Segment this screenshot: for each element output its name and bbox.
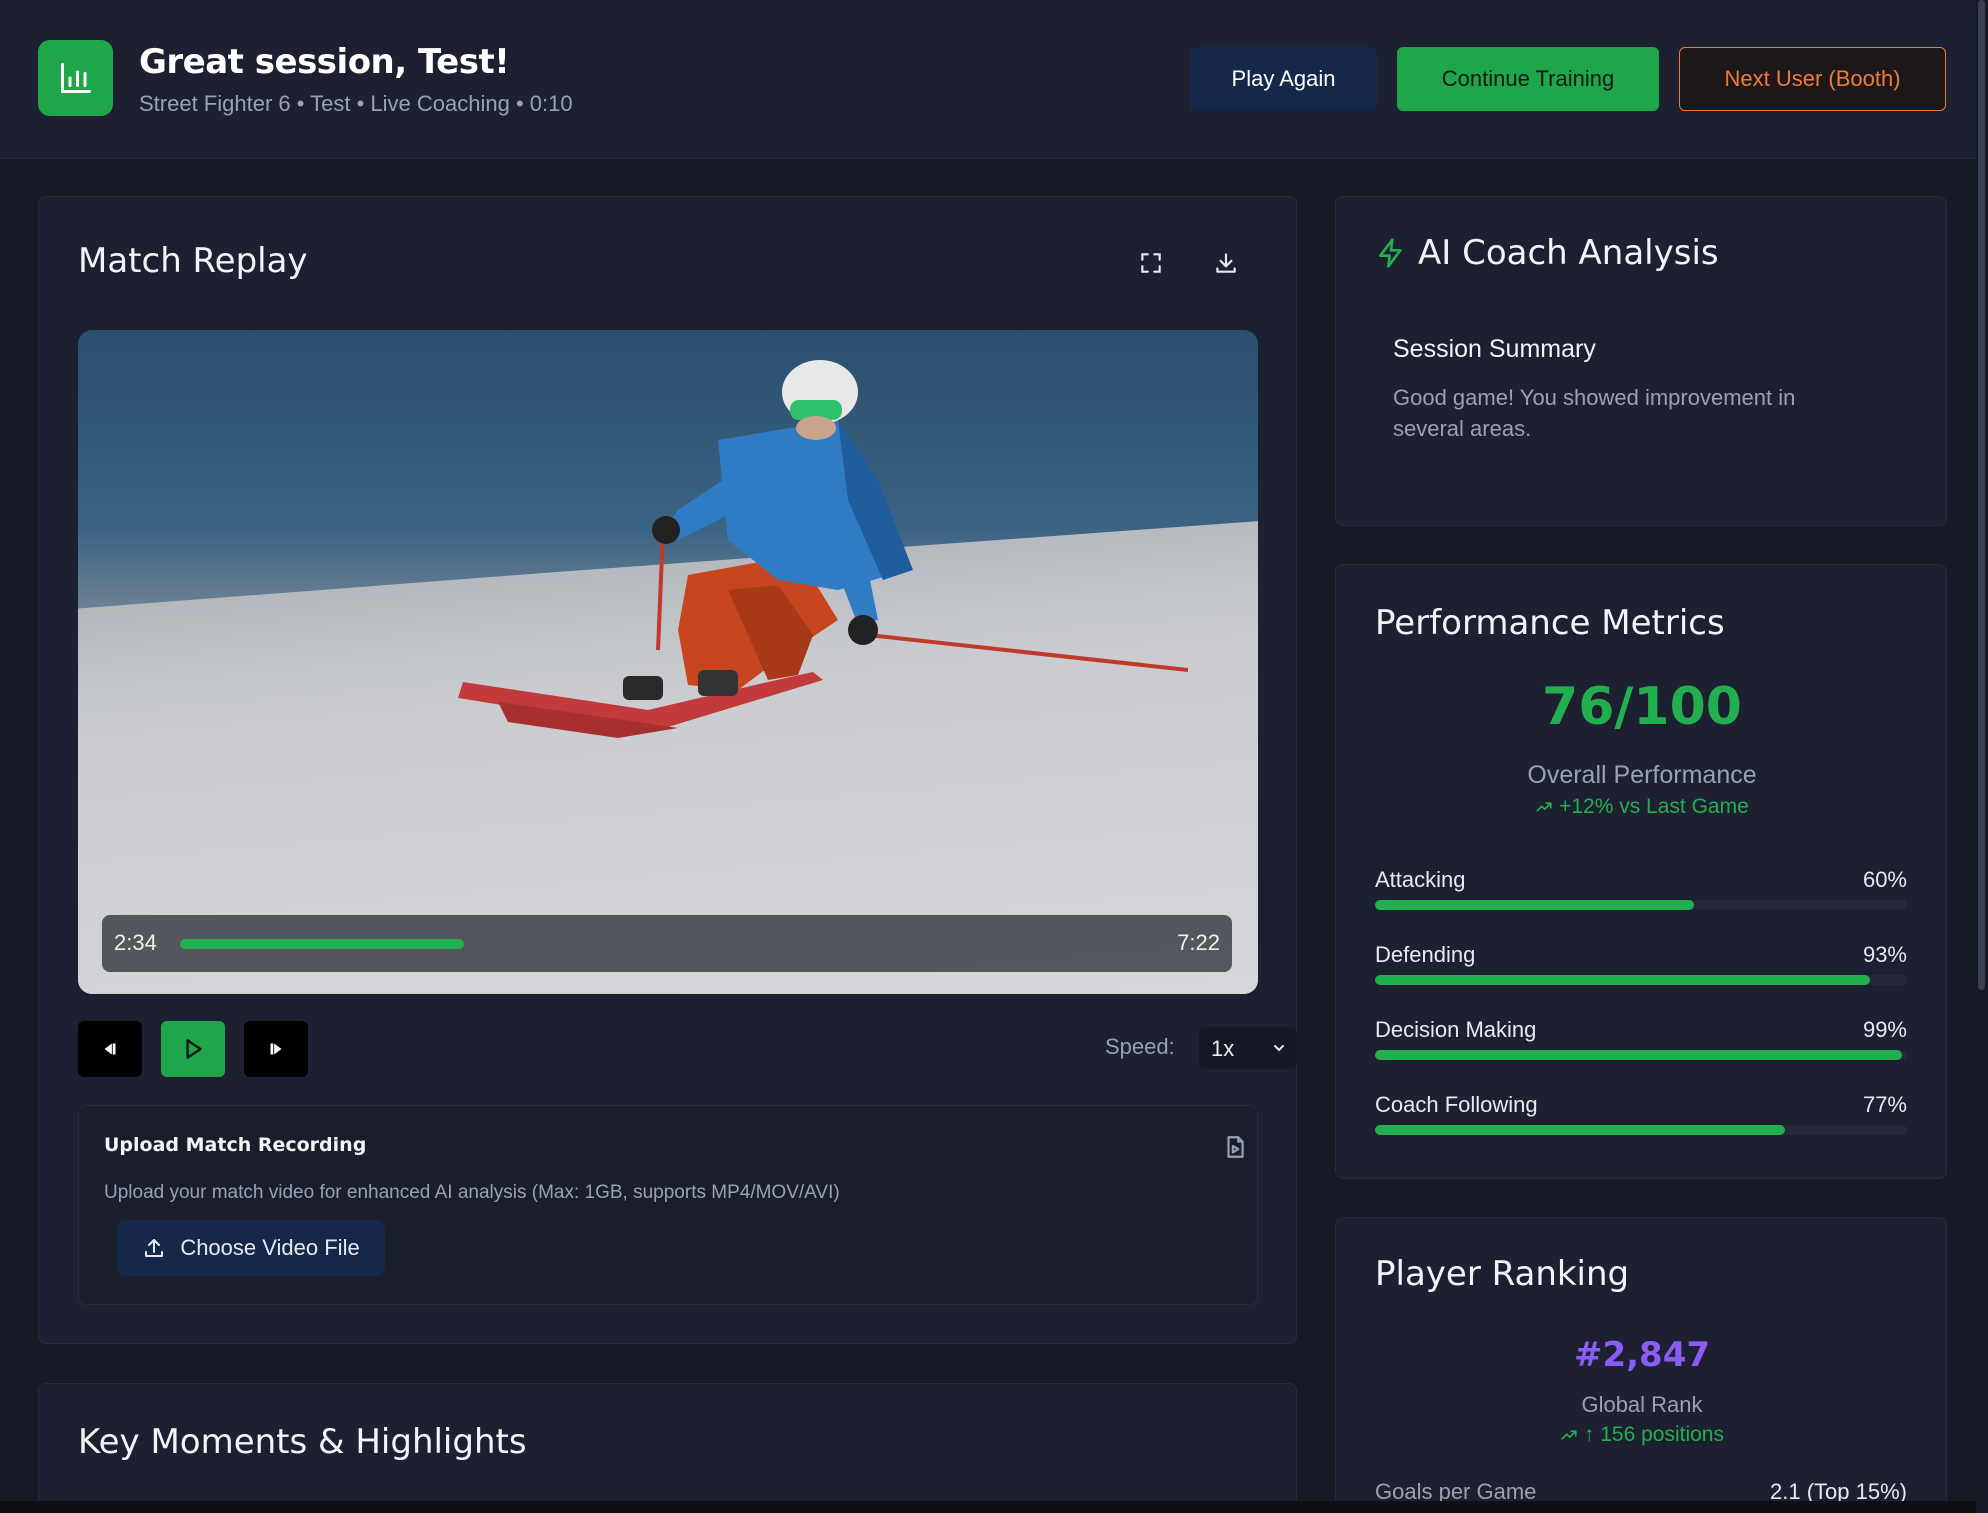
match-replay-title: Match Replay — [78, 241, 308, 281]
lightning-icon — [1379, 238, 1402, 268]
video-progress-track[interactable] — [180, 939, 1080, 949]
fast-forward-button[interactable] — [244, 1021, 308, 1077]
upload-icon — [145, 1239, 164, 1257]
score-trend: +12% vs Last Game — [1336, 795, 1948, 819]
metric-value: 60% — [1862, 867, 1907, 892]
video-progress-fill — [180, 939, 464, 949]
metric-track — [1375, 975, 1907, 985]
vertical-scrollbar[interactable] — [1976, 0, 1988, 1513]
replay-video[interactable]: 2:34 7:22 — [78, 330, 1258, 994]
performance-title: Performance Metrics — [1375, 603, 1725, 643]
play-button[interactable] — [161, 1021, 225, 1077]
metric-value: 99% — [1862, 1017, 1907, 1042]
metric-fill — [1375, 1125, 1785, 1135]
stats-logo-icon — [38, 40, 113, 116]
metric-fill — [1375, 975, 1870, 985]
upload-panel: Upload Match Recording Upload your match… — [78, 1105, 1258, 1305]
chevron-down-icon — [1274, 1045, 1284, 1052]
performance-card: Performance Metrics 76/100 Overall Perfo… — [1335, 564, 1947, 1179]
video-controls-bar: 2:34 7:22 — [102, 915, 1232, 972]
overall-score-label: Overall Performance — [1527, 761, 1757, 789]
metric-label: Attacking — [1375, 867, 1466, 892]
metric-label: Decision Making — [1375, 1017, 1537, 1042]
global-rank: #2,847 — [1573, 1335, 1711, 1375]
global-rank-label: Global Rank — [1581, 1392, 1703, 1417]
ranking-title: Player Ranking — [1375, 1254, 1630, 1294]
metric-fill — [1375, 1050, 1902, 1060]
upload-title: Upload Match Recording — [104, 1134, 367, 1156]
total-time: 7:22 — [1177, 930, 1220, 955]
metric-track — [1375, 1125, 1907, 1135]
metric-value: 93% — [1862, 942, 1907, 967]
current-time: 2:34 — [114, 930, 157, 955]
ranking-card: Player Ranking #2,847 Global Rank ↑ 156 … — [1335, 1217, 1947, 1513]
continue-training-button[interactable]: Continue Training — [1397, 47, 1659, 111]
trending-up-icon — [1561, 1430, 1577, 1441]
horizontal-scrollbar[interactable] — [0, 1501, 1976, 1513]
choose-video-label: Choose Video File — [180, 1235, 360, 1260]
rank-trend: ↑ 156 positions — [1336, 1423, 1948, 1447]
metric-label: Coach Following — [1375, 1092, 1538, 1117]
highlights-title: Key Moments & Highlights — [78, 1422, 527, 1462]
file-video-icon — [1222, 1134, 1248, 1165]
scrollbar-thumb[interactable] — [1978, 0, 1985, 990]
upload-description: Upload your match video for enhanced AI … — [104, 1182, 840, 1203]
metric-track — [1375, 900, 1907, 910]
session-summary-title: Session Summary — [1393, 335, 1596, 363]
metrics-list: Attacking 60% Defending 93% Decision Mak… — [1375, 867, 1907, 1167]
speed-select[interactable]: 1x — [1199, 1027, 1297, 1069]
play-again-button[interactable]: Play Again — [1190, 47, 1377, 111]
trending-up-icon — [1536, 802, 1552, 813]
metric-label: Defending — [1375, 942, 1476, 967]
page-title: Great session, Test! — [139, 42, 510, 82]
session-subtitle: Street Fighter 6 • Test • Live Coaching … — [139, 91, 573, 116]
match-replay-card: Match Replay 2:34 7:22 Speed: 1x Upload … — [38, 196, 1297, 1344]
session-summary-text: Good game! You showed improvement in sev… — [1393, 385, 1796, 441]
rewind-button[interactable] — [78, 1021, 142, 1077]
rank-trend-text: ↑ 156 positions — [1583, 1423, 1724, 1446]
score-trend-text: +12% vs Last Game — [1559, 795, 1749, 818]
speed-value: 1x — [1211, 1036, 1235, 1061]
choose-video-button[interactable]: Choose Video File — [117, 1220, 385, 1276]
overall-score: 76/100 — [1542, 677, 1742, 737]
highlights-card: Key Moments & Highlights — [38, 1383, 1297, 1513]
next-user-button[interactable]: Next User (Booth) — [1679, 47, 1946, 111]
metric-track — [1375, 1050, 1907, 1060]
video-frame-skier — [458, 360, 1189, 738]
metric-value: 77% — [1862, 1092, 1907, 1117]
download-icon[interactable] — [1206, 243, 1246, 283]
session-header: Great session, Test! Street Fighter 6 • … — [0, 0, 1976, 159]
fullscreen-icon[interactable] — [1131, 243, 1171, 283]
ai-coach-title: AI Coach Analysis — [1418, 233, 1719, 273]
metric-fill — [1375, 900, 1695, 910]
speed-label: Speed: — [1105, 1034, 1175, 1059]
ai-coach-card: AI Coach Analysis Session Summary Good g… — [1335, 196, 1947, 526]
